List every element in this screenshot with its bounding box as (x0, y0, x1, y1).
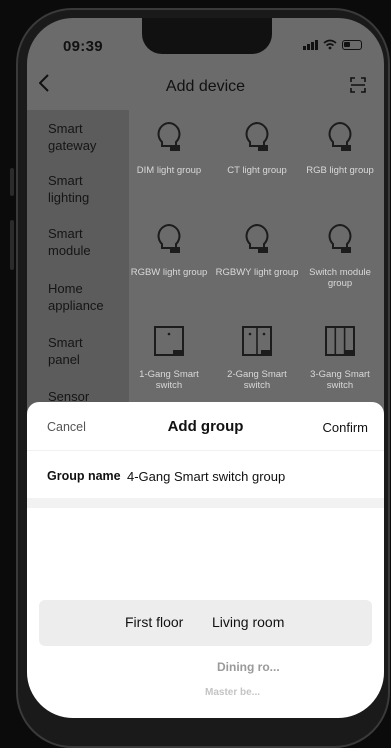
phone-side-button (10, 168, 14, 196)
signal-icon (303, 39, 318, 50)
phone-side-button (10, 220, 14, 270)
sheet-header: Cancel Add group Confirm (27, 402, 384, 450)
bulb-icon (328, 121, 352, 151)
device-label: 1-Gang Smart switch (139, 369, 199, 391)
device-label: RGBWY light group (215, 267, 299, 278)
category-item[interactable]: Smart module (48, 225, 108, 259)
device-item[interactable]: RGBW light group (126, 221, 212, 278)
device-item[interactable]: DIM light group (126, 119, 212, 176)
bulb-icon (328, 223, 352, 253)
picker-room-option[interactable]: Master be... (205, 687, 260, 698)
device-label: RGB light group (306, 165, 374, 176)
device-label: Switch module group (309, 267, 371, 289)
device-label: 3-Gang Smart switch (310, 369, 370, 391)
add-group-sheet: Cancel Add group Confirm Group name Firs… (27, 402, 384, 718)
device-label: RGBW light group (130, 267, 208, 278)
category-item[interactable]: Smart lighting (48, 172, 108, 206)
bulb-icon (157, 223, 181, 253)
category-item[interactable]: Home appliance (48, 280, 120, 314)
category-item[interactable]: Smart panel (48, 334, 108, 368)
device-item[interactable]: RGBWY light group (214, 221, 300, 278)
group-name-label: Group name (47, 469, 121, 483)
picker-selection-band (39, 600, 372, 646)
device-label: DIM light group (136, 165, 202, 176)
picker-room-selected[interactable]: Living room (212, 614, 284, 630)
divider (27, 498, 384, 508)
device-item[interactable]: 1-Gang Smart switch (126, 323, 212, 391)
status-bar: 09:39 (27, 18, 384, 64)
notch (142, 18, 272, 54)
bulb-icon (245, 121, 269, 151)
bulb-icon (157, 121, 181, 151)
page-title: Add device (165, 78, 246, 95)
device-item[interactable]: Switch module group (297, 221, 383, 289)
group-name-row: Group name (27, 450, 384, 499)
status-time: 09:39 (63, 38, 103, 55)
device-item[interactable]: 3-Gang Smart switch (297, 323, 383, 391)
battery-icon (342, 39, 362, 50)
wifi-icon (323, 39, 337, 50)
nav-bar: Add device (27, 64, 384, 108)
device-label: CT light group (227, 165, 287, 176)
device-item[interactable]: RGB light group (297, 119, 383, 176)
switch-1gang-icon (154, 326, 184, 356)
status-icons (303, 39, 362, 50)
confirm-button[interactable]: Confirm (322, 420, 368, 435)
picker-room-option[interactable]: Dining ro... (217, 660, 280, 674)
scan-icon[interactable] (350, 77, 366, 93)
device-item[interactable]: 2-Gang Smart switch (214, 323, 300, 391)
group-name-input[interactable] (127, 466, 357, 486)
device-item[interactable]: CT light group (214, 119, 300, 176)
device-label: 2-Gang Smart switch (227, 369, 287, 391)
category-item[interactable]: Smart gateway (48, 120, 108, 154)
switch-2gang-icon (242, 326, 272, 356)
app-screen: 09:39 Add device Smart gateway Smart lig… (27, 18, 384, 718)
bulb-icon (245, 223, 269, 253)
switch-3gang-icon (325, 326, 355, 356)
picker-floor[interactable]: First floor (125, 614, 183, 630)
